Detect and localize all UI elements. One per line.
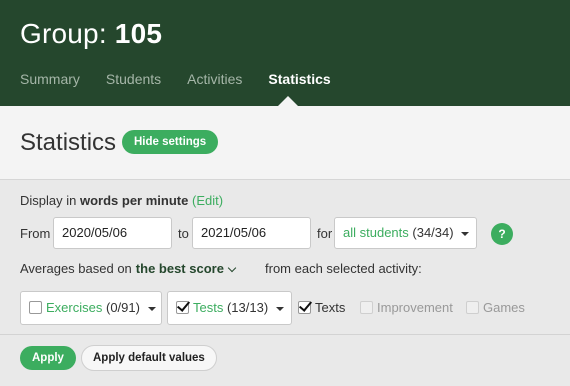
- averages-mode-value: the best score: [135, 261, 224, 276]
- exercises-checkbox[interactable]: [29, 301, 42, 314]
- edit-unit-link[interactable]: Edit: [196, 193, 218, 208]
- texts-label: Texts: [315, 300, 346, 315]
- display-prefix: Display in: [20, 193, 77, 208]
- divider: [0, 334, 570, 335]
- caret-down-icon: [275, 306, 284, 311]
- tests-count: (13/13): [226, 300, 269, 315]
- apply-button[interactable]: Apply: [20, 346, 76, 370]
- texts-filter[interactable]: Texts: [298, 291, 345, 325]
- tests-label: Tests: [193, 300, 224, 315]
- exercises-label: Exercises: [46, 300, 103, 315]
- active-tab-pointer: [278, 96, 298, 106]
- from-label: From: [20, 226, 51, 241]
- help-icon[interactable]: ?: [491, 223, 513, 245]
- averages-prefix: Averages based on: [20, 261, 132, 276]
- students-select-count: (34/34): [412, 225, 454, 240]
- page-subheader: Statistics Hide settings: [0, 106, 570, 180]
- exercises-count: (0/91): [105, 300, 140, 315]
- display-unit-line: Display in words per minute (Edit): [20, 193, 223, 208]
- from-date-input[interactable]: 2020/05/06: [53, 217, 172, 249]
- caret-down-icon: [461, 231, 470, 236]
- chevron-down-icon: [227, 263, 237, 273]
- tests-checkbox[interactable]: [176, 301, 189, 314]
- date-range-row: From 2020/05/06 to 2021/05/06 for all st…: [20, 217, 570, 249]
- tab-bar: Summary Students Activities Statistics: [20, 71, 357, 91]
- tests-filter[interactable]: Tests (13/13): [167, 291, 292, 325]
- improvement-label: Improvement: [377, 300, 453, 315]
- students-select[interactable]: all students (34/34): [334, 217, 477, 249]
- averages-suffix: from each selected activity:: [265, 261, 422, 276]
- activity-filter-row: Exercises (0/91) Tests (13/13) Texts Imp…: [20, 291, 570, 325]
- group-number: 105: [114, 18, 163, 49]
- page-title: Statistics: [20, 129, 117, 156]
- averages-mode-dropdown[interactable]: the best score: [135, 261, 237, 276]
- tab-statistics[interactable]: Statistics: [268, 71, 330, 91]
- exercises-filter[interactable]: Exercises (0/91): [20, 291, 162, 325]
- improvement-checkbox: [360, 301, 373, 314]
- edit-paren-close: ): [218, 193, 224, 208]
- hide-settings-button[interactable]: Hide settings: [122, 130, 219, 154]
- students-select-value: all students: [343, 225, 409, 240]
- tab-activities[interactable]: Activities: [187, 71, 242, 91]
- averages-line: Averages based on the best score: [20, 261, 237, 276]
- tab-summary[interactable]: Summary: [20, 71, 80, 91]
- tab-students[interactable]: Students: [106, 71, 161, 91]
- group-header: Group: 105 Summary Students Activities S…: [0, 0, 570, 106]
- display-unit: words per minute: [79, 193, 189, 208]
- games-filter: Games: [466, 291, 525, 325]
- group-label: Group:: [20, 18, 107, 49]
- apply-default-values-button[interactable]: Apply default values: [81, 345, 217, 371]
- caret-down-icon: [147, 306, 156, 311]
- texts-checkbox[interactable]: [298, 301, 311, 314]
- group-title: Group: 105: [20, 18, 162, 50]
- games-label: Games: [483, 300, 525, 315]
- to-date-input[interactable]: 2021/05/06: [192, 217, 311, 249]
- for-label: for: [317, 226, 333, 241]
- games-checkbox: [466, 301, 479, 314]
- to-label: to: [178, 226, 189, 241]
- improvement-filter: Improvement: [360, 291, 453, 325]
- settings-panel: Display in words per minute (Edit) From …: [0, 181, 570, 386]
